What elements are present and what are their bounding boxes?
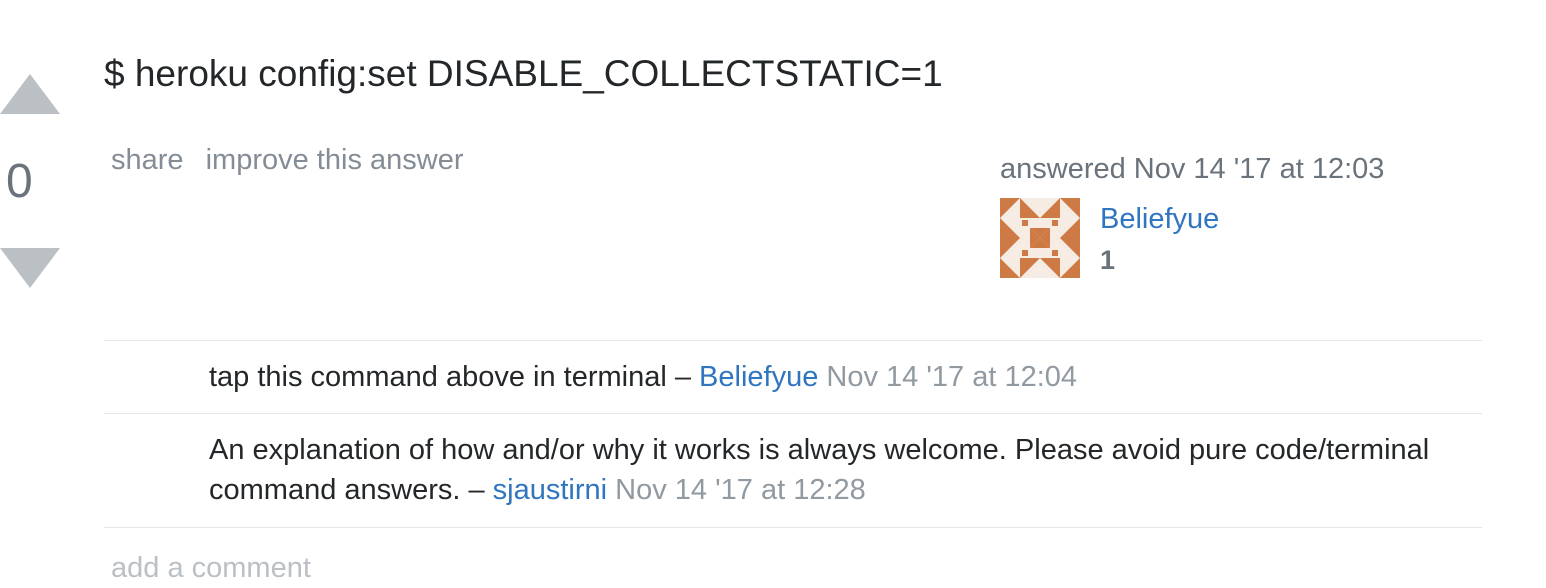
comment-date[interactable]: Nov 14 '17 at 12:28 [615,474,866,506]
user-details: Beliefyue 1 [1100,198,1219,280]
comment-user-link[interactable]: sjaustirni [493,474,607,506]
answered-time: answered Nov 14 '17 at 12:03 [1000,153,1385,185]
vote-cell: 0 [0,0,64,300]
arrow-down-icon[interactable] [0,248,60,288]
comment-user-link[interactable]: Beliefyue [699,361,818,393]
avatar[interactable] [1000,198,1080,278]
answer-code: $ heroku config:set DISABLE_COLLECTSTATI… [104,53,943,94]
comment: An explanation of how and/or why it work… [104,414,1482,528]
add-comment-link[interactable]: add a comment [111,548,311,588]
share-link[interactable]: share [111,144,184,176]
comment-text: tap this command above in terminal – [209,361,700,393]
user-info-card: answered Nov 14 '17 at 12:03 Beliefyue 1 [1000,150,1420,278]
reputation-score: 1 [1100,245,1116,275]
identicon-icon [1000,198,1080,278]
post-menu: share improve this answer [111,142,477,178]
comments-list: tap this command above in terminal – Bel… [104,340,1482,528]
comment-date[interactable]: Nov 14 '17 at 12:04 [826,361,1077,393]
improve-answer-link[interactable]: improve this answer [206,144,464,176]
arrow-up-icon[interactable] [0,74,60,114]
vote-count: 0 [6,155,33,208]
user-name-link[interactable]: Beliefyue [1100,198,1219,240]
comment: tap this command above in terminal – Bel… [104,341,1482,414]
